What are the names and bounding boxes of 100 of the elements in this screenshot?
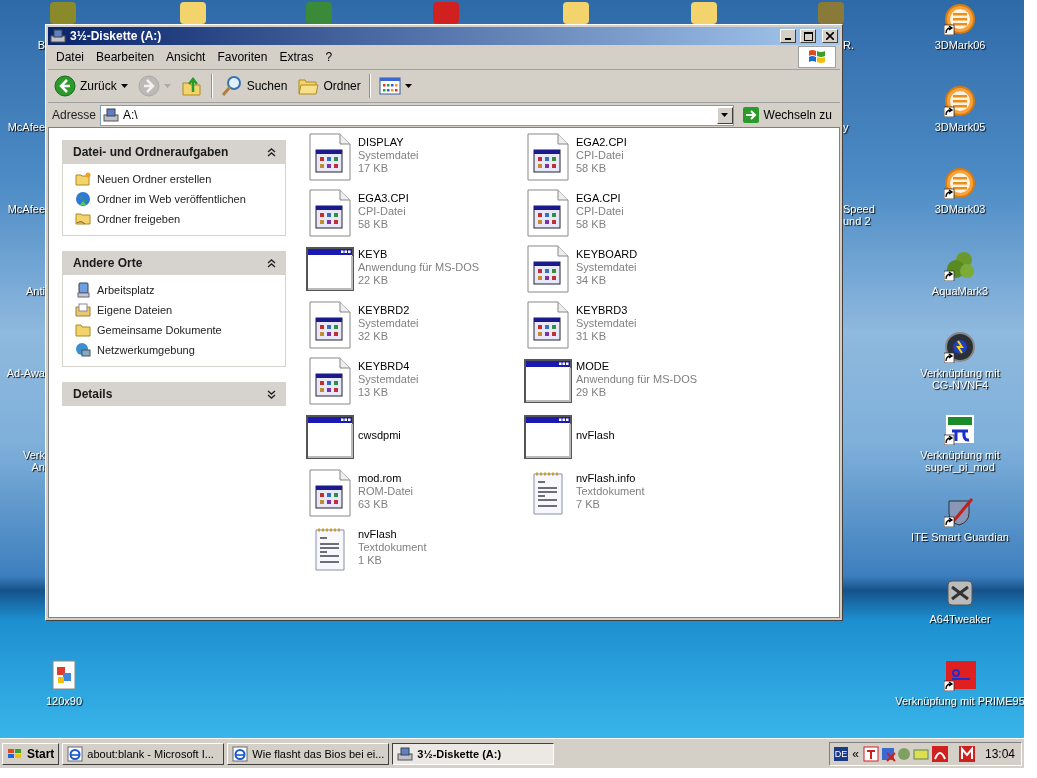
close-button[interactable] <box>822 29 838 43</box>
views-button[interactable] <box>376 74 414 98</box>
system-file-icon <box>309 469 351 517</box>
clock: 13:04 <box>984 746 1015 761</box>
maximize-icon <box>803 31 813 41</box>
windows-logo-icon <box>7 746 23 761</box>
file-type: Systemdatei <box>576 261 638 274</box>
address-field[interactable]: A:\ <box>100 104 734 126</box>
dropdown-arrow-icon[interactable] <box>721 113 728 117</box>
file-name[interactable]: KEYB <box>358 248 480 261</box>
window-title: 3½-Diskette (A:) <box>70 29 163 43</box>
application-window-icon <box>306 247 354 291</box>
folder-up-icon <box>180 75 203 97</box>
menu-item[interactable]: Bearbeiten <box>92 48 163 66</box>
folder-icon <box>75 322 91 338</box>
file-name[interactable]: cwsdpmi <box>358 429 401 442</box>
collapse-chevron-icon[interactable] <box>267 258 276 268</box>
documents-folder-icon <box>75 302 91 318</box>
desktop-icon-label[interactable]: R. <box>843 39 854 51</box>
menu-item[interactable]: ? <box>321 48 341 66</box>
go-button[interactable]: Wechseln zu <box>737 106 836 124</box>
file-size: 29 KB <box>576 386 607 399</box>
task-pane-header[interactable]: Datei- und Ordneraufgaben <box>62 140 286 164</box>
task-pane-header[interactable]: Details <box>62 382 286 406</box>
file-name[interactable]: KEYBOARD <box>576 248 638 261</box>
file-type: CPI-Datei <box>576 149 625 162</box>
file-name[interactable]: nvFlash.info <box>576 472 645 485</box>
desktop-icon-label[interactable]: 3DMark05 <box>934 121 986 133</box>
language-indicator[interactable]: DE <box>833 746 849 761</box>
desktop-icon-label[interactable]: y <box>843 121 849 133</box>
caret-icon <box>404 84 412 88</box>
file-type: CPI-Datei <box>576 205 624 218</box>
task-link[interactable]: Netzwerkumgebung <box>97 344 195 356</box>
show-hidden-icons-button[interactable]: « <box>852 746 859 761</box>
floppy-drive-icon <box>397 746 414 761</box>
file-name[interactable]: KEYBRD2 <box>358 304 419 317</box>
system-file-icon <box>527 133 569 181</box>
file-type: Textdokument <box>576 485 645 498</box>
file-type: Anwendung für MS-DOS <box>358 261 480 274</box>
desktop-icon-label[interactable]: 3DMark06 <box>934 39 986 51</box>
desktop-icon-label[interactable]: ITE Smart Guardian <box>911 531 1009 543</box>
system-file-icon <box>527 301 569 349</box>
system-file-icon <box>309 189 351 237</box>
menu-item[interactable]: Ansicht <box>162 48 214 66</box>
application-window-icon <box>524 359 572 403</box>
taskbar-button[interactable]: 3½-Diskette (A:) <box>392 742 555 765</box>
file-size: 58 KB <box>576 218 607 231</box>
file-name[interactable]: mod.rom <box>358 472 413 485</box>
file-size: 17 KB <box>358 162 389 175</box>
file-type: ROM-Datei <box>358 485 413 498</box>
file-name[interactable]: nvFlash <box>358 528 427 541</box>
file-name[interactable]: MODE <box>576 360 698 373</box>
browser-icon <box>67 745 84 762</box>
minimize-button[interactable] <box>780 29 796 43</box>
caret-icon <box>163 84 171 88</box>
file-name[interactable]: DISPLAY <box>358 136 419 149</box>
file-name[interactable]: EGA2.CPI <box>576 136 627 149</box>
task-pane-header[interactable]: Andere Orte <box>62 251 286 275</box>
desktop-icon-label[interactable]: A64Tweaker <box>929 613 991 625</box>
antivirus-icon[interactable] <box>958 745 975 762</box>
maximize-button[interactable] <box>800 29 816 43</box>
close-icon <box>826 32 834 40</box>
file-name[interactable]: EGA.CPI <box>576 192 624 205</box>
file-name[interactable]: nvFlash <box>576 429 615 442</box>
folders-button[interactable]: Ordner <box>295 73 363 99</box>
file-type: CPI-Datei <box>358 205 407 218</box>
desktop-icon-label[interactable]: B <box>37 39 45 51</box>
task-link[interactable]: Neuen Ordner erstellen <box>97 173 212 185</box>
task-link[interactable]: Ordner freigeben <box>97 213 181 225</box>
system-file-icon <box>527 245 569 293</box>
task-link[interactable]: Ordner im Web veröffentlichen <box>97 193 246 205</box>
file-size: 31 KB <box>576 330 607 343</box>
expand-chevron-icon[interactable] <box>267 389 276 399</box>
file-size: 58 KB <box>358 218 389 231</box>
back-button[interactable]: Zurück <box>52 73 130 99</box>
file-size: 13 KB <box>358 386 389 399</box>
menu-item[interactable]: Extras <box>275 48 322 66</box>
file-type: Systemdatei <box>358 317 419 330</box>
desktop-icon-label[interactable]: McAfee <box>7 121 45 133</box>
file-name[interactable]: KEYBRD4 <box>358 360 419 373</box>
taskbar-button[interactable]: Wie flasht das Bios bei ei... <box>227 742 390 765</box>
network-icon <box>75 342 91 358</box>
task-link[interactable]: Gemeinsame Dokumente <box>97 324 222 336</box>
search-button[interactable]: Suchen <box>218 73 290 99</box>
task-link[interactable]: Arbeitsplatz <box>97 284 155 296</box>
file-name[interactable]: KEYBRD3 <box>576 304 637 317</box>
file-size: 32 KB <box>358 330 389 343</box>
collapse-chevron-icon[interactable] <box>267 147 276 157</box>
system-file-icon <box>309 133 351 181</box>
file-size: 63 KB <box>358 498 389 511</box>
start-button[interactable]: Start <box>2 742 60 765</box>
taskbar-button[interactable]: about:blank - Microsoft I... <box>62 742 225 765</box>
menu-item[interactable]: Datei <box>52 48 92 66</box>
file-type: Anwendung für MS-DOS <box>576 373 698 386</box>
shared-folder-icon <box>75 211 91 227</box>
menu-item[interactable]: Favoriten <box>213 48 276 66</box>
file-name[interactable]: EGA3.CPI <box>358 192 409 205</box>
file-type: Systemdatei <box>358 373 419 386</box>
task-link[interactable]: Eigene Dateien <box>97 304 173 316</box>
view-grid-icon <box>378 76 401 96</box>
